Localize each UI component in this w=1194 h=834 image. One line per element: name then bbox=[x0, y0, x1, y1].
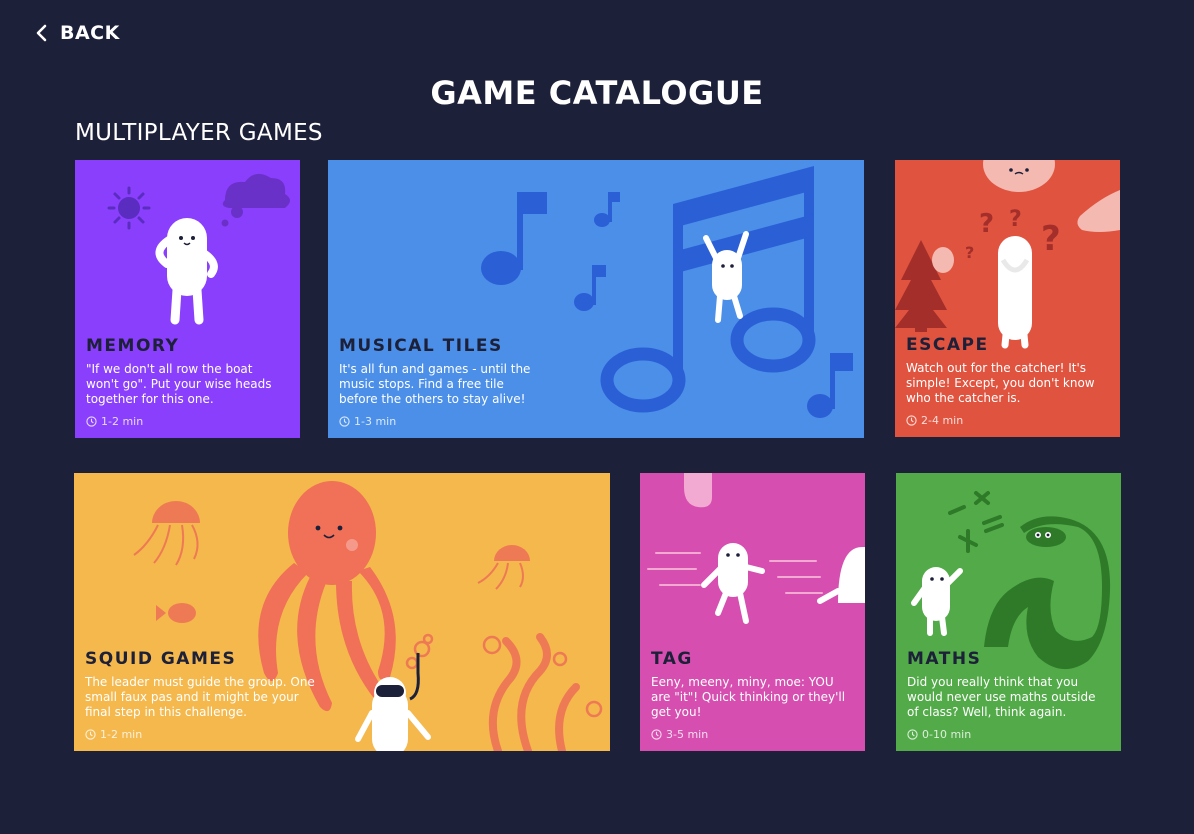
game-card-maths[interactable]: MATHS Did you really think that you woul… bbox=[896, 473, 1121, 751]
game-card-escape[interactable]: ? ? ? ? ESCAPE Watch out for the catcher… bbox=[895, 160, 1120, 437]
section-title: MULTIPLAYER GAMES bbox=[75, 120, 323, 146]
svg-text:?: ? bbox=[1009, 207, 1022, 232]
clock-icon bbox=[85, 729, 96, 740]
game-duration: 2-4 min bbox=[906, 414, 1110, 427]
game-description: It's all fun and games - until the music… bbox=[339, 362, 531, 406]
game-description: "If we don't all row the boat won't go".… bbox=[86, 362, 272, 406]
game-description: Did you really think that you would neve… bbox=[907, 675, 1096, 719]
page-title: GAME CATALOGUE bbox=[430, 74, 764, 112]
back-label: BACK bbox=[60, 22, 120, 44]
svg-text:?: ? bbox=[1041, 219, 1061, 259]
game-title: MUSICAL TILES bbox=[339, 336, 503, 356]
clock-icon bbox=[86, 416, 97, 427]
clock-icon bbox=[339, 416, 350, 427]
svg-text:?: ? bbox=[979, 209, 994, 239]
game-duration-label: 3-5 min bbox=[666, 728, 709, 741]
game-description: Eeny, meeny, miny, moe: YOU are "it"! Qu… bbox=[651, 675, 846, 719]
game-description: The leader must guide the group. One sma… bbox=[85, 675, 315, 719]
game-duration-label: 0-10 min bbox=[922, 728, 972, 741]
game-duration: 0-10 min bbox=[907, 728, 1111, 741]
game-duration-label: 1-2 min bbox=[101, 415, 144, 428]
game-title: MEMORY bbox=[86, 336, 180, 356]
clock-icon bbox=[907, 729, 918, 740]
game-duration-label: 1-3 min bbox=[354, 415, 397, 428]
game-title: TAG bbox=[651, 649, 693, 669]
game-card-musical-tiles[interactable]: MUSICAL TILES It's all fun and games - u… bbox=[328, 160, 864, 438]
game-title: MATHS bbox=[907, 649, 982, 669]
clock-icon bbox=[651, 729, 662, 740]
game-description: Watch out for the catcher! It's simple! … bbox=[906, 361, 1095, 405]
game-duration-label: 1-2 min bbox=[100, 728, 143, 741]
game-card-tag[interactable]: TAG Eeny, meeny, miny, moe: YOU are "it"… bbox=[640, 473, 865, 751]
svg-text:?: ? bbox=[965, 243, 974, 262]
game-card-memory[interactable]: MEMORY "If we don't all row the boat won… bbox=[75, 160, 300, 438]
game-title: SQUID GAMES bbox=[85, 649, 237, 669]
chevron-left-icon bbox=[36, 24, 47, 42]
clock-icon bbox=[906, 415, 917, 426]
back-button[interactable]: BACK bbox=[34, 22, 120, 44]
game-duration: 1-2 min bbox=[86, 415, 290, 428]
game-title: ESCAPE bbox=[906, 335, 989, 355]
game-duration: 1-2 min bbox=[85, 728, 600, 741]
game-card-squid-games[interactable]: SQUID GAMES The leader must guide the gr… bbox=[74, 473, 610, 751]
game-duration-label: 2-4 min bbox=[921, 414, 964, 427]
game-duration: 1-3 min bbox=[339, 415, 854, 428]
game-duration: 3-5 min bbox=[651, 728, 855, 741]
